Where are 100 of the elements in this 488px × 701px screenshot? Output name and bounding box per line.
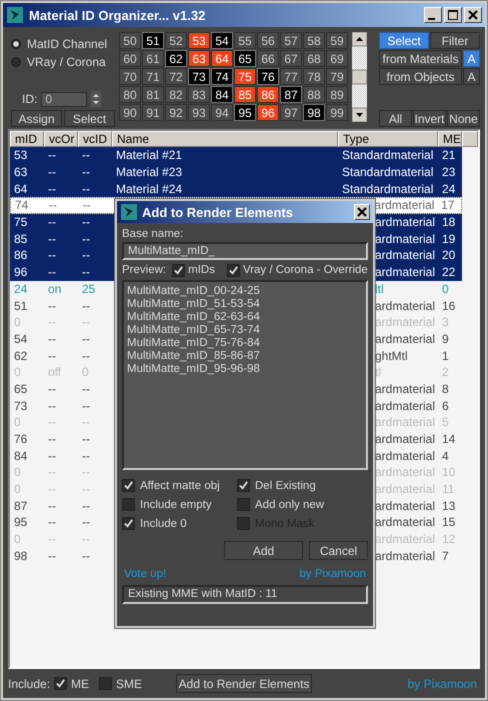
table-cell-text: ardmaterial	[374, 298, 436, 313]
checkbox-label: SME	[116, 676, 142, 690]
table-cell-text: --	[81, 182, 91, 196]
table-cell-text: 0	[13, 365, 22, 380]
table-cell-text: ardmaterial	[374, 215, 436, 230]
table-cell-text: --	[47, 182, 57, 196]
table-cell-text: 0	[13, 532, 22, 546]
table-cell-text: Material #23	[115, 165, 184, 180]
table-cell-text: 9	[441, 332, 450, 346]
table-cell-text: 5	[441, 415, 450, 430]
window-title: Material ID Organizer... v1.32	[29, 8, 206, 22]
table-cell-text: --	[81, 498, 91, 513]
table-cell-text: 24	[13, 282, 28, 296]
table-cell-text: --	[47, 532, 57, 546]
table-cell-text: ardmaterial	[374, 465, 436, 480]
table-cell-text: --	[47, 448, 57, 463]
table-cell-text: --	[47, 432, 57, 446]
table-cell-text: ardmaterial	[374, 515, 436, 530]
table-cell-text: 18	[441, 215, 456, 230]
table-cell-text: ardmaterial	[374, 315, 436, 330]
table-cell-text: 75	[13, 215, 28, 230]
table-cell-text: --	[81, 548, 91, 563]
table-cell-text: 62	[13, 348, 28, 363]
table-cell-text: --	[81, 265, 91, 280]
table-cell-text: 96	[13, 265, 28, 280]
radio-label: VRay / Corona	[27, 54, 106, 68]
table-cell-text: --	[48, 198, 58, 212]
table-cell-text: 13	[441, 498, 456, 513]
table-cell-text: --	[47, 332, 57, 346]
status-field: Existing MME with MatID : 11	[122, 585, 368, 604]
table-cell-text: 74	[14, 198, 30, 212]
table-cell-text: 2	[441, 365, 450, 380]
table-cell-text: 0	[81, 365, 90, 380]
table-cell-text: --	[81, 165, 91, 180]
table-cell-text: ardmaterial	[374, 232, 436, 246]
table-cell-text: ardmaterial	[374, 498, 436, 513]
table-cell-text: 0	[13, 465, 22, 480]
table-cell-text: --	[47, 148, 57, 162]
checkbox-label: Del Existing	[255, 480, 316, 492]
table-cell-text: --	[47, 215, 57, 230]
table-cell-text: 4	[441, 448, 450, 463]
checkbox-label: Affect matte obj	[140, 480, 220, 492]
table-cell-text: --	[47, 415, 57, 430]
table-cell-text: --	[47, 315, 57, 330]
table-cell-text: ardmaterial	[374, 432, 436, 446]
table-cell-text: 20	[441, 248, 456, 262]
table-cell-text: 23	[441, 165, 456, 180]
table-cell-text: ardmaterial	[374, 548, 436, 563]
table-cell-text: 19	[441, 232, 456, 246]
table-cell-text: 95	[13, 515, 28, 530]
table-cell-text: ardmaterial	[374, 332, 436, 346]
table-cell-text: --	[47, 465, 57, 480]
table-cell-text: --	[81, 532, 91, 546]
table-cell-text: 0	[13, 315, 22, 330]
table-cell-text: 63	[13, 165, 28, 180]
table-cell-text: ardmaterial	[374, 448, 436, 463]
table-cell-text: 53	[13, 148, 28, 162]
table-cell-text: 6	[441, 398, 450, 413]
table-cell-text: on	[47, 282, 62, 296]
table-cell-text: ardmaterial	[374, 382, 436, 396]
table-cell-text: --	[81, 248, 91, 262]
table-cell-text: --	[81, 332, 91, 346]
table-cell-text: 0	[13, 482, 22, 496]
table-cell-text: 24	[441, 182, 456, 196]
table-cell-text: 21	[441, 148, 456, 162]
table-cell-text: --	[81, 382, 91, 396]
preview-label: Preview:	[122, 264, 166, 276]
table-cell-text: --	[47, 482, 57, 496]
checkbox-label: Include empty	[140, 498, 212, 510]
table-cell-text: --	[81, 465, 91, 480]
checkbox-label: Include 0	[140, 518, 187, 530]
table-cell-text: 10	[441, 465, 456, 480]
table-cell-text: ghtMtl	[374, 348, 409, 363]
table-cell-text: 85	[13, 232, 28, 246]
table-cell-text: Standardmaterial	[341, 165, 434, 180]
table-cell-text: --	[47, 498, 57, 513]
table-cell-text: --	[47, 298, 57, 313]
table-cell-text: --	[47, 515, 57, 530]
table-cell-text: 25	[81, 282, 96, 296]
table-cell-text: --	[81, 215, 91, 230]
table-cell-text: 3	[441, 315, 450, 330]
table-cell-text: --	[47, 348, 57, 363]
table-cell-text: --	[81, 432, 91, 446]
dialog-title: Add to Render Elements	[142, 204, 294, 220]
table-cell-text: ardmaterial	[374, 248, 436, 262]
table-cell-text: --	[81, 315, 91, 330]
table-cell-text: 51	[13, 298, 28, 313]
table-cell-text: --	[47, 548, 57, 563]
table-cell-text: 65	[13, 382, 28, 396]
table-cell-text: 11	[441, 482, 456, 496]
table-cell-text: 22	[441, 265, 456, 280]
table-cell-text: tl	[374, 365, 382, 380]
table-cell-text: Standardmaterial	[341, 148, 434, 162]
table-cell-text: Material #21	[115, 148, 184, 162]
table-cell-text: 1	[441, 348, 450, 363]
table-cell-text: --	[81, 348, 91, 363]
table-cell-text: 17	[440, 198, 456, 212]
table-cell-text: 8	[441, 382, 450, 396]
table-cell-text: 87	[13, 498, 28, 513]
table-cell-text: ardmaterial	[374, 265, 436, 280]
